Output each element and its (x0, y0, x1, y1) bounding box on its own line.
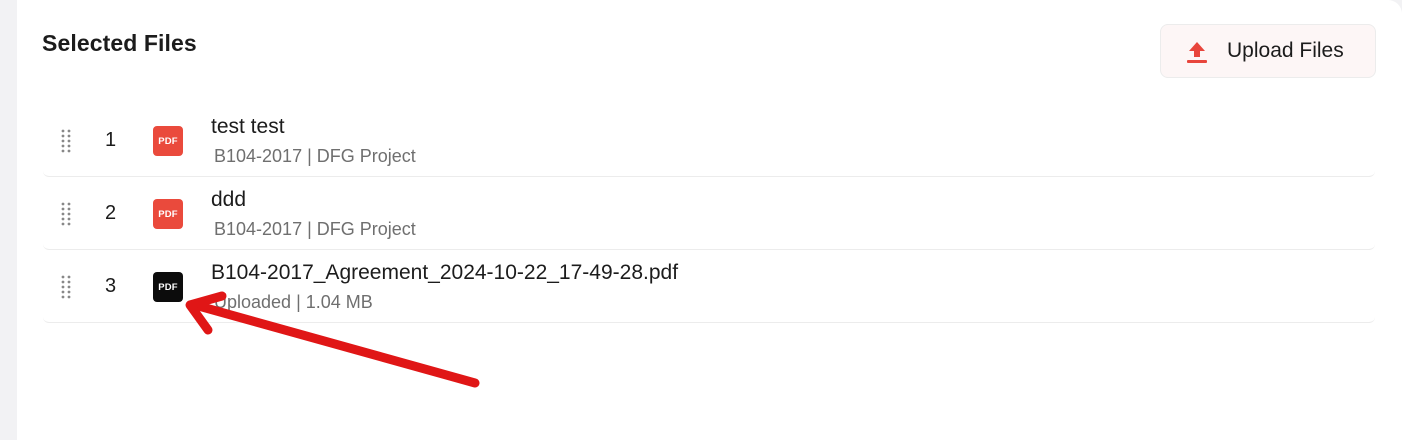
file-list: 1 PDF test test B104-2017 | DFG Project … (43, 104, 1375, 323)
file-row[interactable]: 2 PDF ddd B104-2017 | DFG Project (43, 177, 1375, 250)
drag-handle-icon[interactable] (59, 201, 73, 227)
upload-icon (1187, 42, 1207, 63)
upload-files-label: Upload Files (1227, 39, 1344, 62)
upload-files-button[interactable]: Upload Files (1160, 24, 1376, 78)
file-meta: B104-2017 | DFG Project (214, 146, 416, 166)
pdf-file-icon: PDF (153, 126, 183, 156)
drag-handle-icon[interactable] (59, 128, 73, 154)
file-meta: Uploaded | 1.04 MB (214, 292, 373, 312)
pdf-file-icon: PDF (153, 199, 183, 229)
file-name: ddd (211, 188, 247, 211)
file-name: B104-2017_Agreement_2024-10-22_17-49-28.… (211, 261, 679, 284)
file-index: 3 (105, 275, 117, 297)
file-meta: B104-2017 | DFG Project (214, 219, 416, 239)
drag-handle-icon[interactable] (59, 274, 73, 300)
section-title: Selected Files (42, 30, 197, 56)
file-row[interactable]: 3 PDF B104-2017_Agreement_2024-10-22_17-… (43, 250, 1375, 323)
file-row[interactable]: 1 PDF test test B104-2017 | DFG Project (43, 104, 1375, 177)
file-name: test test (211, 115, 285, 138)
file-index: 2 (105, 202, 117, 224)
pdf-file-icon: PDF (153, 272, 183, 302)
file-index: 1 (105, 129, 117, 151)
